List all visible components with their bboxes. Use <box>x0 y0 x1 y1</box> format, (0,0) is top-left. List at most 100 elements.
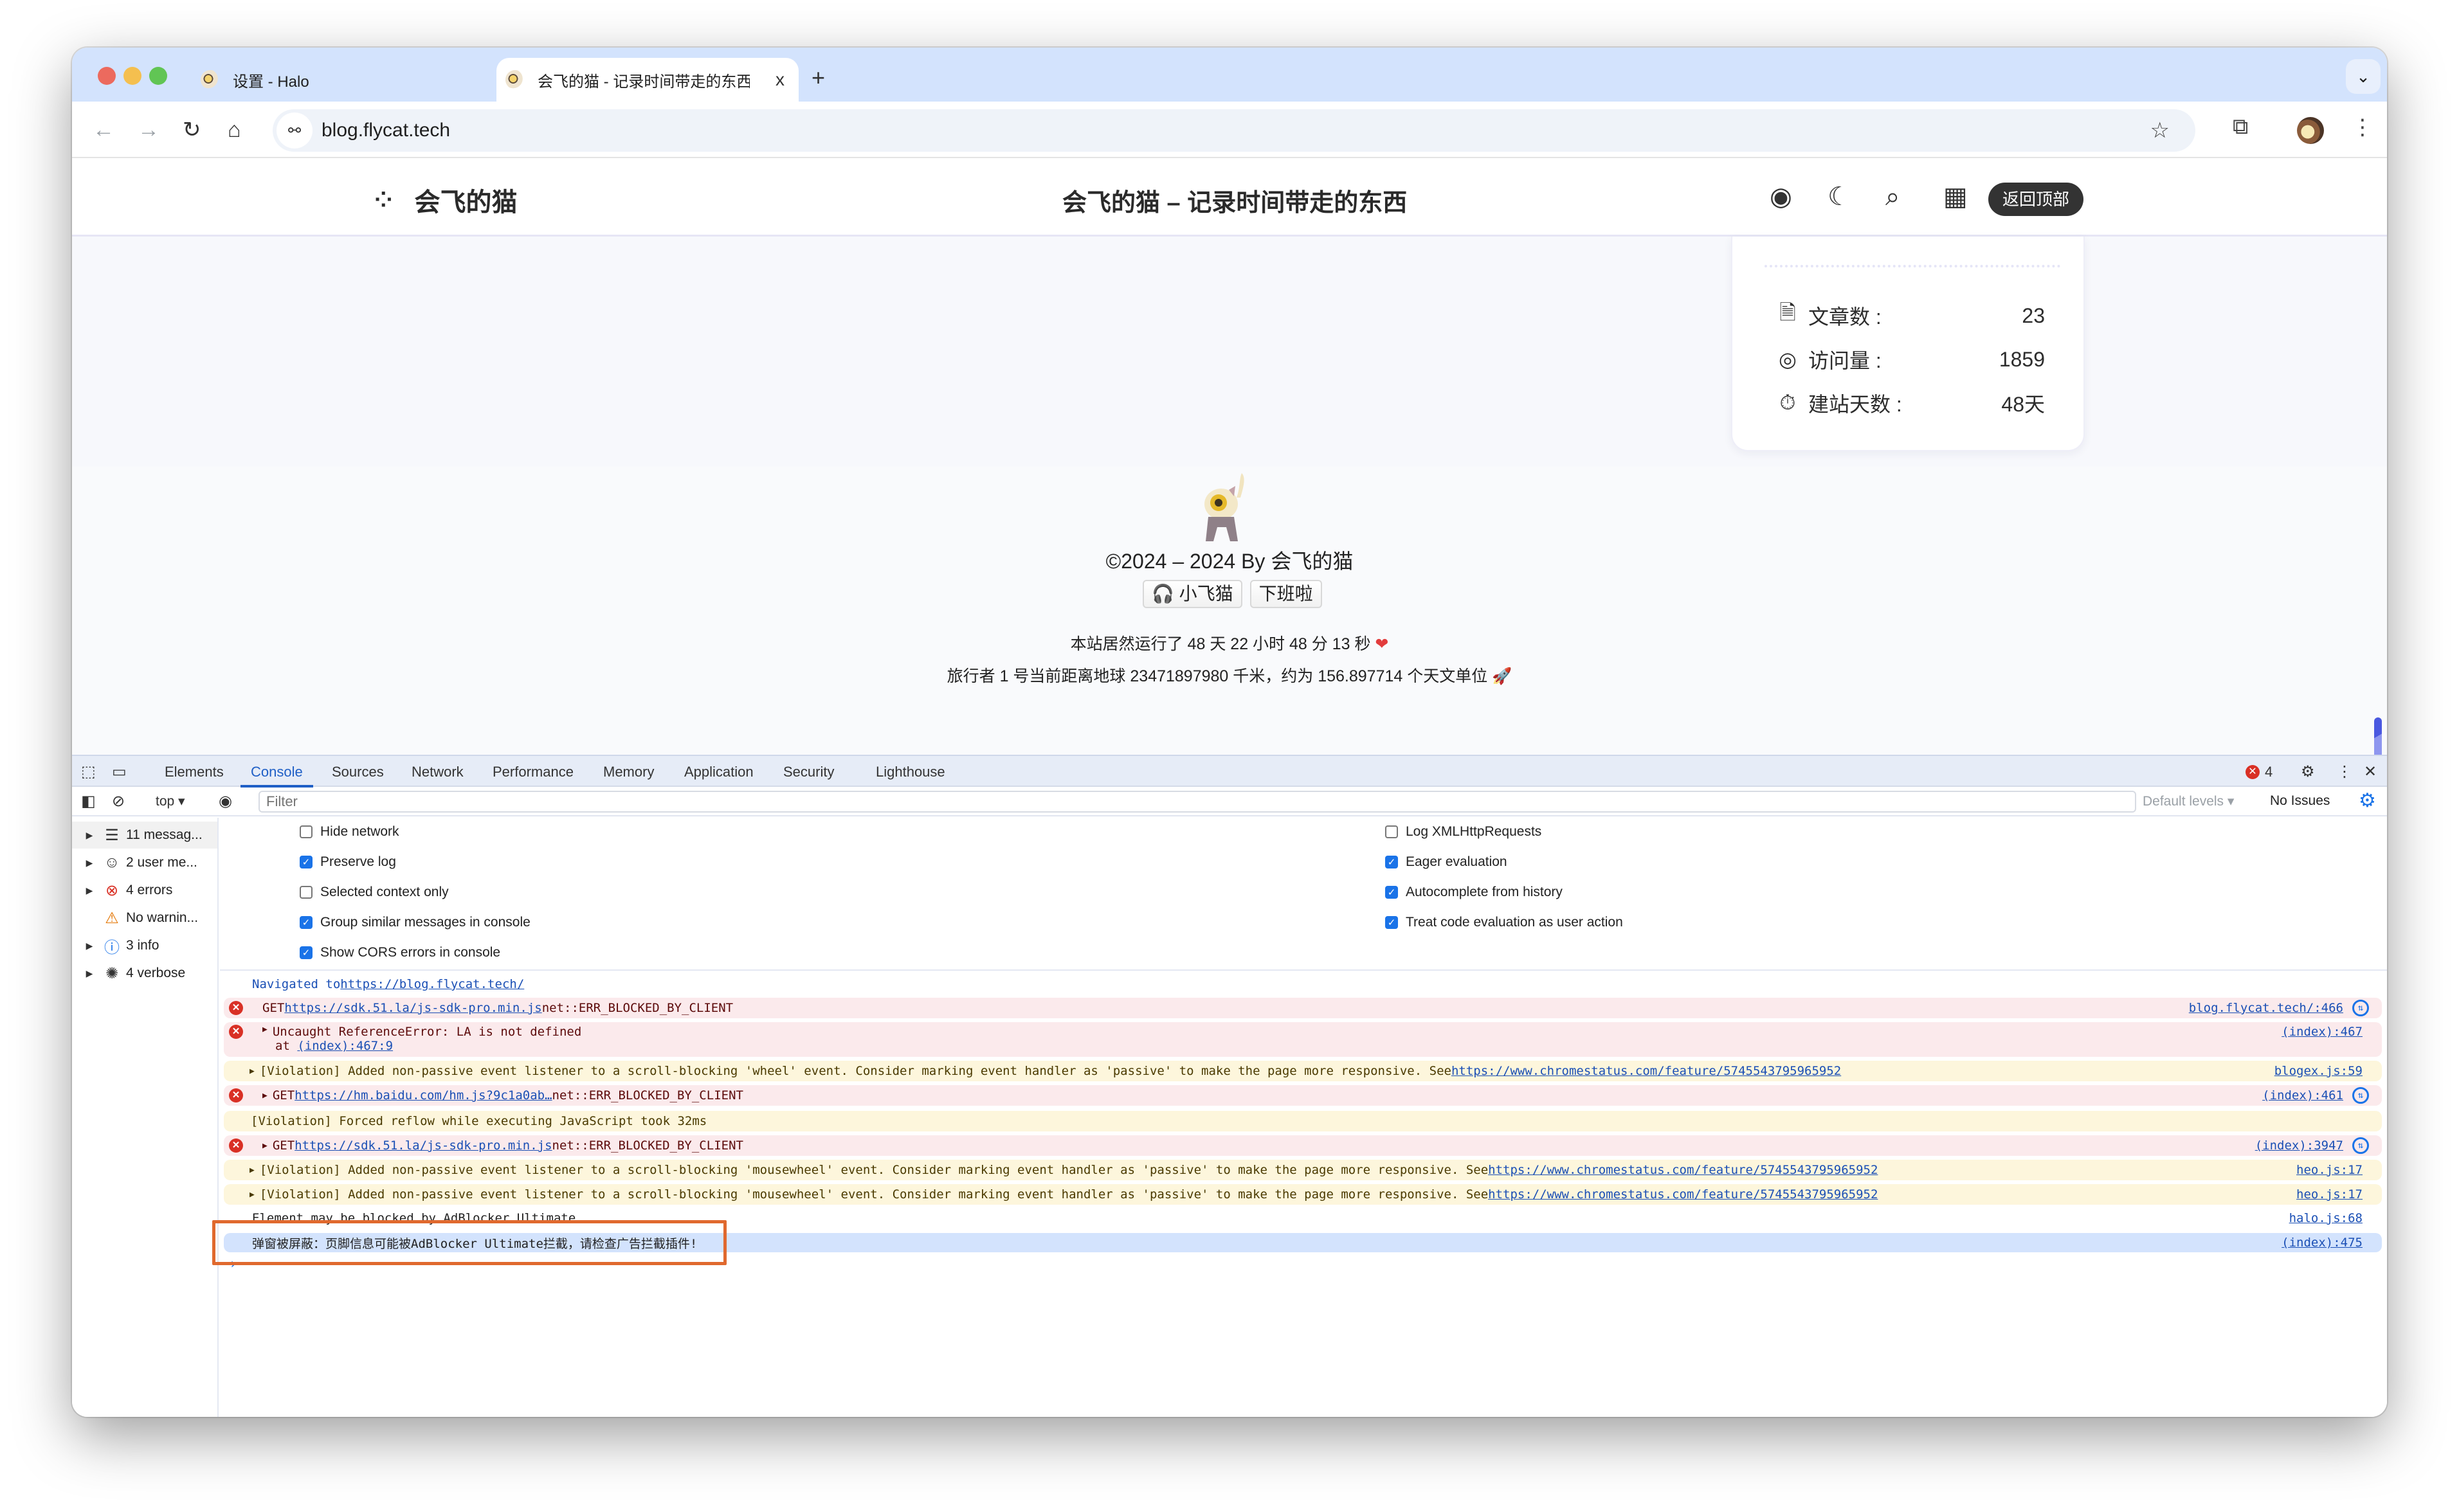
expand-arrow-icon[interactable]: ▶ <box>81 941 98 951</box>
site-info-icon[interactable]: ⚯ <box>277 113 313 148</box>
console-message[interactable]: Element may be blocked by AdBlocker Ulti… <box>224 1209 2382 1228</box>
tab-sources[interactable]: Sources <box>332 764 384 780</box>
tab-console[interactable]: Console <box>240 764 313 788</box>
console-message[interactable]: ▶ [Violation] Added non-passive event lis… <box>224 1184 2382 1205</box>
message-link[interactable]: https://www.chromestatus.com/feature/574… <box>1451 1064 1841 1078</box>
forward-button[interactable]: → <box>138 116 159 144</box>
checkbox[interactable]: ✓ <box>1385 886 1398 899</box>
setting-checkbox[interactable]: Log XMLHttpRequests <box>1385 824 1541 840</box>
url-text[interactable]: blog.flycat.tech <box>322 120 450 141</box>
minimize-window-button[interactable] <box>123 67 141 85</box>
message-link[interactable]: https://hm.baidu.com/hm.js?9c1a0ab… <box>295 1088 552 1102</box>
tab-network[interactable]: Network <box>412 764 464 780</box>
dark-mode-icon[interactable]: ☾ <box>1828 181 1851 212</box>
sidebar-filter-item[interactable]: ▶ ☺ 2 user me... <box>72 849 217 876</box>
browser-menu-icon[interactable]: ⋮ <box>2352 114 2373 140</box>
console-message[interactable]: ▶ [Violation] Added non-passive event lis… <box>224 1160 2382 1180</box>
checkbox[interactable]: ✓ <box>300 856 313 869</box>
source-link[interactable]: (index):3947 <box>2255 1138 2343 1153</box>
inspect-element-icon[interactable]: ⬚ <box>81 762 96 781</box>
source-link[interactable]: (index):475 <box>2282 1236 2363 1250</box>
expand-arrow-icon[interactable]: ▶ <box>81 885 98 896</box>
source-link[interactable]: heo.js:17 <box>2296 1163 2363 1177</box>
home-button[interactable]: ⌂ <box>228 116 241 144</box>
tab-memory[interactable]: Memory <box>603 764 654 780</box>
message-link[interactable]: https://www.chromestatus.com/feature/574… <box>1488 1187 1878 1202</box>
console-filter-input[interactable] <box>259 791 2136 813</box>
expand-arrow-icon[interactable]: ▶ <box>250 1190 255 1200</box>
expand-arrow-icon[interactable]: ▶ <box>81 968 98 979</box>
apps-grid-icon[interactable]: ▦ <box>1943 181 1968 212</box>
checkbox[interactable]: ✓ <box>300 916 313 929</box>
live-expression-eye-icon[interactable]: ◉ <box>219 792 232 811</box>
setting-checkbox[interactable]: Hide network <box>300 824 399 840</box>
address-bar[interactable]: ⚯ blog.flycat.tech ☆ <box>273 109 2195 152</box>
sidebar-filter-item[interactable]: ▶ ⊗ 4 errors <box>72 877 217 904</box>
log-levels-dropdown[interactable]: Default levels ▾ <box>2143 793 2234 809</box>
extensions-icon[interactable]: ⧉ <box>2233 114 2248 140</box>
network-request-icon[interactable]: ⇅ <box>2352 1087 2369 1104</box>
source-link[interactable]: halo.js:68 <box>2289 1211 2363 1225</box>
back-button[interactable]: ← <box>93 116 114 144</box>
expand-arrow-icon[interactable]: ▶ <box>81 830 98 841</box>
expand-arrow-icon[interactable]: ▶ <box>262 1091 268 1101</box>
expand-arrow-icon[interactable]: ▶ <box>250 1166 255 1175</box>
network-request-icon[interactable]: ⇅ <box>2352 1000 2369 1016</box>
tab-security[interactable]: Security <box>783 764 834 780</box>
setting-checkbox[interactable]: ✓ Show CORS errors in console <box>300 945 500 960</box>
menu-dots-icon[interactable]: ⁘ <box>374 187 393 213</box>
search-icon[interactable]: ⌕ <box>1885 181 1900 212</box>
console-message[interactable]: ✕ ▶ GET https://sdk.51.la/js-sdk-pro.min.j… <box>224 1135 2382 1156</box>
setting-checkbox[interactable]: ✓ Treat code evaluation as user action <box>1385 915 1623 930</box>
source-link[interactable]: (index):467 <box>2282 1025 2363 1039</box>
network-request-icon[interactable]: ⇅ <box>2352 1137 2369 1154</box>
brand-name[interactable]: 会飞的猫 <box>415 181 518 219</box>
message-link[interactable]: https://www.chromestatus.com/feature/574… <box>1488 1163 1878 1177</box>
sidebar-filter-item[interactable]: ▶ ☰ 11 messag... <box>72 822 217 849</box>
back-to-top-button[interactable]: 返回顶部 <box>1988 183 2084 216</box>
console-message[interactable]: ✕ GET https://sdk.51.la/js-sdk-pro.min.js… <box>224 998 2382 1018</box>
tab-elements[interactable]: Elements <box>165 764 224 780</box>
console-message[interactable]: Navigated to https://blog.flycat.tech/ <box>224 975 2382 994</box>
expand-arrow-icon[interactable]: ▶ <box>250 1066 255 1076</box>
checkbox[interactable]: ✓ <box>1385 916 1398 929</box>
setting-checkbox[interactable]: ✓ Autocomplete from history <box>1385 885 1563 900</box>
console-prompt[interactable]: › <box>229 1256 237 1272</box>
issues-button[interactable]: No Issues <box>2270 793 2330 809</box>
tab-search-button[interactable]: ⌄ <box>2346 59 2381 94</box>
site-brand[interactable]: ⁘ 会飞的猫 <box>374 181 518 219</box>
expand-arrow-icon[interactable]: ▶ <box>81 858 98 869</box>
tab-blog[interactable]: 会飞的猫 - 记录时间带走的东西 x <box>496 58 799 102</box>
device-toolbar-icon[interactable]: ▭ <box>112 762 127 781</box>
source-link[interactable]: heo.js:17 <box>2296 1187 2363 1202</box>
checkbox[interactable] <box>300 825 313 838</box>
tab-application[interactable]: Application <box>684 764 754 780</box>
console-message[interactable]: ✕ ▶ GET https://hm.baidu.com/hm.js?9c1a0ab… <box>224 1085 2382 1106</box>
sidebar-filter-item[interactable]: ▶ ⓘ 3 info <box>72 932 217 959</box>
close-window-button[interactable] <box>98 67 116 85</box>
profile-avatar[interactable] <box>2297 117 2324 144</box>
message-link[interactable]: https://blog.flycat.tech/ <box>340 977 524 991</box>
reload-button[interactable]: ↻ <box>183 116 201 144</box>
rss-icon[interactable]: ◉ <box>1770 181 1792 212</box>
setting-checkbox[interactable]: ✓ Group similar messages in console <box>300 915 531 930</box>
badge-xiaofeimao[interactable]: 🎧 小飞猫 <box>1143 580 1242 608</box>
source-link[interactable]: (index):461 <box>2262 1088 2343 1102</box>
new-tab-button[interactable]: + <box>812 64 825 91</box>
message-link[interactable]: https://sdk.51.la/js-sdk-pro.min.js <box>284 1001 541 1015</box>
checkbox[interactable] <box>300 886 313 899</box>
expand-arrow-icon[interactable]: ▶ <box>262 1025 268 1034</box>
badge-xiabanla[interactable]: 下班啦 <box>1249 580 1322 608</box>
sidebar-filter-item[interactable]: ▶ ✺ 4 verbose <box>72 960 217 987</box>
error-count-badge[interactable]: ✕ 4 <box>2246 764 2273 780</box>
checkbox[interactable] <box>1385 825 1398 838</box>
message-link[interactable]: https://sdk.51.la/js-sdk-pro.min.js <box>295 1138 552 1153</box>
console-settings-gear-icon[interactable]: ⚙ <box>2359 789 2376 812</box>
devtools-more-icon[interactable]: ⋮ <box>2337 762 2352 781</box>
bookmark-star-icon[interactable]: ☆ <box>2150 118 2170 143</box>
close-tab-icon[interactable]: x <box>776 69 785 90</box>
stack-link[interactable]: (index):467:9 <box>297 1039 393 1053</box>
console-message[interactable]: ▶ [Violation] Added non-passive event lis… <box>224 1061 2382 1081</box>
console-sidebar-toggle-icon[interactable]: ◧ <box>81 792 96 811</box>
setting-checkbox[interactable]: ✓ Preserve log <box>300 854 396 870</box>
